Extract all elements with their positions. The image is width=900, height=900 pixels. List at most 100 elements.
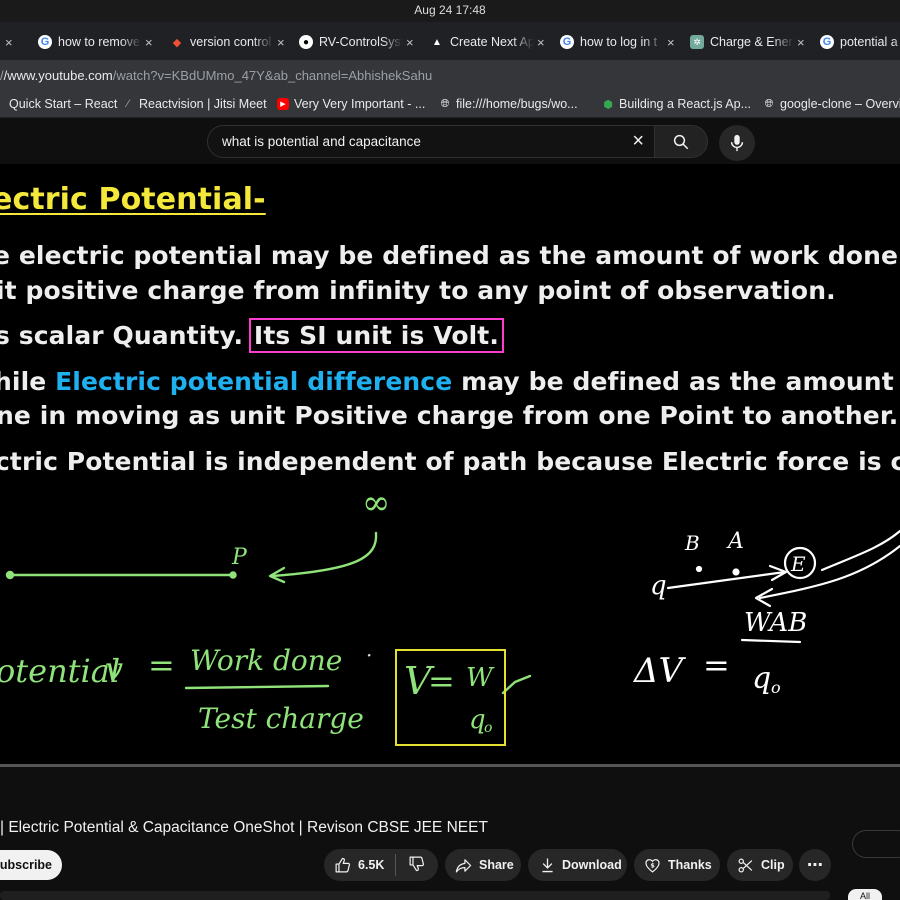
- system-top-bar: Aug 24 17:48: [0, 0, 900, 22]
- bookmark-very-important[interactable]: ▶ Very Very Important - ...: [277, 97, 425, 111]
- all-filter-chip[interactable]: All: [848, 889, 882, 900]
- video-player[interactable]: ectric Potential- e electric potential m…: [0, 164, 900, 764]
- vercel-icon: ▲: [432, 36, 442, 48]
- q0-subscript: o: [771, 678, 781, 697]
- github-icon: ●: [299, 35, 313, 49]
- tab-close-icon[interactable]: ×: [797, 35, 805, 50]
- thanks-button[interactable]: $ Thanks: [634, 849, 720, 881]
- search-button[interactable]: [654, 125, 708, 158]
- tab-partial[interactable]: ×: [0, 30, 13, 54]
- globe-icon: 🌐︎: [440, 97, 450, 110]
- system-clock[interactable]: Aug 24 17:48: [0, 3, 900, 17]
- delta-v-label: ΔV: [632, 651, 687, 691]
- shield-icon: ⬢: [603, 98, 613, 111]
- like-dislike-bar: 6.5K: [324, 849, 438, 881]
- partial-icon: [0, 98, 4, 110]
- equals-sign-2: =: [703, 646, 730, 684]
- description-box-edge[interactable]: [0, 891, 830, 900]
- address-bar[interactable]: //www.youtube.com/watch?v=KBdUMmo_47Y&ab…: [0, 60, 900, 90]
- tab-close-icon[interactable]: ×: [5, 35, 13, 50]
- download-icon: [540, 857, 555, 873]
- tab-charge-energy[interactable]: ✲ Charge & Energ ×: [690, 30, 805, 54]
- globe-icon: 🌐︎: [764, 97, 774, 110]
- google-icon: G: [560, 35, 574, 49]
- google-icon: G: [820, 35, 834, 49]
- bookmark-file-home-bugs[interactable]: 🌐︎ file:///home/bugs/wo...: [439, 97, 578, 111]
- dislike-button[interactable]: [396, 855, 425, 875]
- slide-line-3: s scalar Quantity. Its SI unit is Volt.: [0, 318, 504, 353]
- b-label: B: [684, 531, 700, 555]
- fraction-bar-2: [740, 638, 802, 644]
- voice-search-button[interactable]: [719, 125, 755, 161]
- check-mark: [501, 674, 532, 695]
- tab-how-to-remove[interactable]: G how to remove ×: [38, 30, 153, 54]
- box-equals: =: [428, 662, 455, 700]
- more-actions-button[interactable]: ⋯: [799, 849, 831, 881]
- bookmark-reactvision-jitsi[interactable]: ⁄ Reactvision | Jitsi Meet: [122, 97, 267, 111]
- potential-label: otential: [0, 652, 120, 690]
- like-button[interactable]: 6.5K: [324, 854, 396, 876]
- bookmark-building-react-app[interactable]: ⬢ Building a React.js Ap...: [602, 97, 751, 111]
- search-input[interactable]: what is potential and capacitance: [222, 134, 421, 149]
- youtube-header: what is potential and capacitance ×: [0, 118, 900, 164]
- tab-create-next-app[interactable]: ▲ Create Next Ap ×: [430, 30, 545, 54]
- potential-difference-highlight: Electric potential difference: [55, 367, 453, 396]
- box-subscript: o: [484, 720, 492, 736]
- youtube-icon: ▶: [277, 98, 289, 110]
- slide-heading: ectric Potential-: [0, 182, 266, 217]
- super-thanks-icon: $: [644, 857, 661, 874]
- thumbs-down-icon: [408, 855, 425, 875]
- search-icon: [673, 134, 689, 149]
- side-filter-chip[interactable]: [852, 830, 900, 858]
- browser-tab-bar: × G how to remove × ◆ version control × …: [0, 22, 900, 60]
- a-point-mark: [732, 568, 740, 576]
- tab-version-control[interactable]: ◆ version control ×: [170, 30, 285, 54]
- google-icon: G: [38, 35, 52, 49]
- fraction-bar: [184, 684, 330, 690]
- field-curve: [820, 529, 900, 572]
- share-icon: [455, 858, 472, 873]
- b-point-mark: [695, 565, 703, 573]
- chatgpt-icon: ✲: [690, 35, 704, 49]
- q0-label: q: [752, 661, 771, 696]
- url-field[interactable]: //www.youtube.com/watch?v=KBdUMmo_47Y&ab…: [0, 68, 432, 83]
- tab-close-icon[interactable]: ×: [277, 35, 285, 50]
- slide-line-6: ctric Potential is independent of path b…: [0, 447, 900, 476]
- infinity-arrow: [270, 531, 378, 578]
- search-box[interactable]: what is potential and capacitance ×: [207, 125, 655, 158]
- share-button[interactable]: Share: [445, 849, 521, 881]
- wab-label: WAB: [744, 608, 807, 638]
- clear-search-icon[interactable]: ×: [632, 130, 644, 153]
- tab-potential-active[interactable]: G potential a: [820, 30, 900, 54]
- tab-close-icon[interactable]: ×: [406, 35, 414, 50]
- tab-how-to-log-in[interactable]: G how to log in t ×: [560, 30, 675, 54]
- clip-button[interactable]: Clip: [727, 849, 793, 881]
- v-symbol: v: [105, 650, 123, 688]
- video-title: | Electric Potential & Capacitance OneSh…: [0, 819, 488, 836]
- more-icon: ⋯: [807, 857, 823, 874]
- thumbs-up-icon: [334, 857, 351, 874]
- scissors-icon: [737, 857, 754, 874]
- tab-close-icon[interactable]: ×: [145, 35, 153, 50]
- bookmark-google-clone[interactable]: 🌐︎ google-clone – Overvi: [763, 97, 900, 111]
- slide-line-2: it positive charge from infinity to any …: [0, 276, 836, 305]
- tab-rv-controlsys[interactable]: ● RV-ControlSyst ×: [299, 30, 414, 54]
- dot-mark: ·: [366, 643, 372, 667]
- video-progress-bar[interactable]: [0, 764, 900, 767]
- q-label: q: [650, 571, 667, 601]
- tab-close-icon[interactable]: ×: [537, 35, 545, 50]
- download-button[interactable]: Download: [528, 849, 627, 881]
- slide-line-4: hile Electric potential difference may b…: [0, 367, 900, 396]
- work-done-label: Work done: [190, 644, 342, 677]
- handwritten-board: ∞ P otential v = Work done Test charge ·…: [0, 486, 900, 746]
- subscribe-button[interactable]: Subscribe: [0, 850, 62, 880]
- e-label: E: [790, 552, 806, 576]
- slash-icon: ⁄: [127, 98, 129, 110]
- slide-line-1: e electric potential may be defined as t…: [0, 241, 900, 270]
- charge-path-line: [666, 570, 787, 590]
- bookmark-quick-start-react[interactable]: Quick Start – React: [0, 97, 117, 111]
- like-count: 6.5K: [358, 858, 385, 872]
- test-charge-label: Test charge: [198, 702, 364, 735]
- git-icon: ◆: [172, 36, 182, 49]
- tab-close-icon[interactable]: ×: [667, 35, 675, 50]
